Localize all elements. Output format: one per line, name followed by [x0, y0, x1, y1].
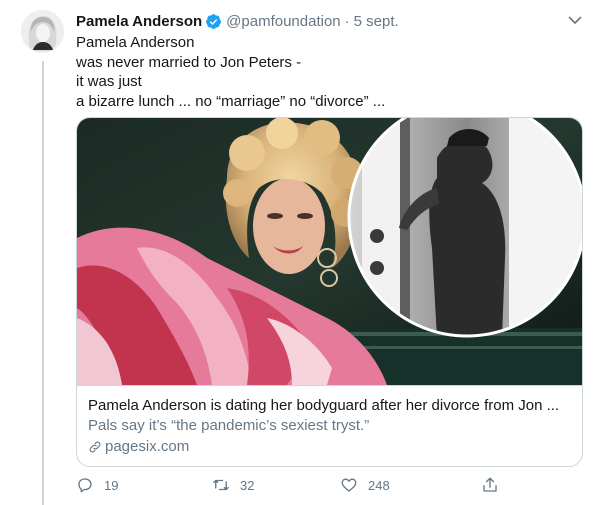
- retweet-icon: [213, 479, 229, 491]
- like-button[interactable]: 248: [340, 476, 390, 494]
- link-card[interactable]: Pamela Anderson is dating her bodyguard …: [76, 117, 583, 467]
- reply-count: 19: [104, 477, 119, 493]
- tweet-text: Pamela Anderson was never married to Jon…: [76, 33, 576, 112]
- card-domain-text: pagesix.com: [105, 438, 190, 455]
- separator-dot: ·: [344, 12, 350, 30]
- verified-badge-icon: [206, 13, 222, 29]
- card-domain[interactable]: pagesix.com: [88, 437, 571, 457]
- card-title[interactable]: Pamela Anderson is dating her bodyguard …: [88, 396, 571, 416]
- share-button[interactable]: [481, 476, 499, 494]
- like-count: 248: [368, 477, 390, 493]
- tweet-text-line: a bizarre lunch ... no “marriage” no “di…: [76, 93, 386, 111]
- link-icon: [89, 441, 101, 453]
- author-handle[interactable]: @pamfoundation: [226, 13, 340, 30]
- reply-icon: [78, 478, 92, 493]
- card-description: Pals say it’s “the pandemic’s sexiest tr…: [88, 417, 370, 434]
- tweet-text-line: was never married to Jon Peters -: [76, 53, 302, 71]
- thread-line: [42, 61, 44, 505]
- tweet-header: Pamela Anderson @pamfoundation · 5 sept.: [76, 10, 399, 32]
- card-body[interactable]: Pamela Anderson is dating her bodyguard …: [77, 385, 582, 466]
- reply-button[interactable]: 19: [76, 476, 118, 494]
- tweet-actions: 19 32 248: [76, 476, 516, 500]
- retweet-count: 32: [240, 477, 255, 493]
- tweet-text-line: it was just: [76, 73, 142, 91]
- chevron-down-icon[interactable]: [566, 11, 584, 29]
- retweet-button[interactable]: 32: [212, 476, 254, 494]
- heart-icon: [341, 478, 357, 492]
- tweet-date[interactable]: 5 sept.: [354, 13, 399, 30]
- avatar[interactable]: [21, 10, 64, 53]
- tweet-text-line: Pamela Anderson: [76, 34, 195, 51]
- card-image[interactable]: [77, 118, 582, 385]
- author-name[interactable]: Pamela Anderson: [76, 13, 202, 30]
- share-icon: [483, 477, 497, 492]
